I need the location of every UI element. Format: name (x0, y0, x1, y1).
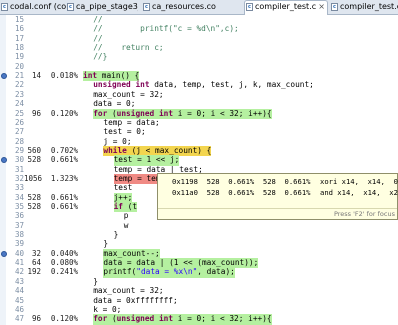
popup-row-instruction: xori x14, x14, 0xfff (320, 177, 398, 186)
editor-tab-bar: c codal.conf (cod c ca_pipe_stage3_ c ca_reso… (0, 0, 398, 15)
tab-label: codal.conf (cod (10, 2, 66, 11)
popup-row-instruction: and x14, x14, x21 (320, 188, 398, 197)
exec-percent: 0.120% (50, 314, 78, 324)
tab-label: compiler_test.c (340, 2, 398, 11)
popup-row-address: 0x1198 528 0.661% 528 0.661% (172, 177, 311, 186)
tab-5[interactable]: c compiler_test.c (330, 1, 398, 13)
tab-3[interactable]: c ca_resources.co (142, 1, 240, 13)
tab-label: compiler_test.c (255, 2, 317, 11)
popup-focus-hint: Press 'F2' for focus (333, 210, 395, 218)
popup-divider (158, 208, 397, 209)
code-text[interactable]: for (unsigned int i = 0; i < 32; i++){ (93, 314, 272, 325)
tab-1[interactable]: c codal.conf (cod (0, 1, 66, 13)
exec-count: 96 (31, 314, 41, 324)
disassembly-hover-popup: 0x1198 528 0.661% 528 0.661% xori x14, x… (157, 173, 398, 220)
c-file-icon: c (143, 3, 150, 11)
tab-label: ca_resources.co (152, 2, 216, 11)
popup-row-address: 0x11a0 528 0.661% 528 0.661% (172, 188, 311, 197)
tab-4[interactable]: c compiler_test.c × (244, 0, 328, 15)
code-line: 47 96 0.120% for (unsigned int i = 0; i < 3… (0, 314, 398, 325)
tab-label: ca_pipe_stage3_ (76, 2, 138, 11)
c-file-icon: c (246, 3, 253, 11)
close-icon[interactable]: × (318, 1, 325, 13)
c-file-icon: c (331, 3, 338, 11)
line-number: 47 (14, 314, 24, 324)
c-file-icon: c (67, 3, 74, 11)
c-file-icon: c (1, 3, 8, 11)
code-editor[interactable]: 15//16// printf("c = %d\n",c); 17//18// r… (0, 15, 398, 325)
tab-2[interactable]: c ca_pipe_stage3_ (66, 1, 138, 13)
